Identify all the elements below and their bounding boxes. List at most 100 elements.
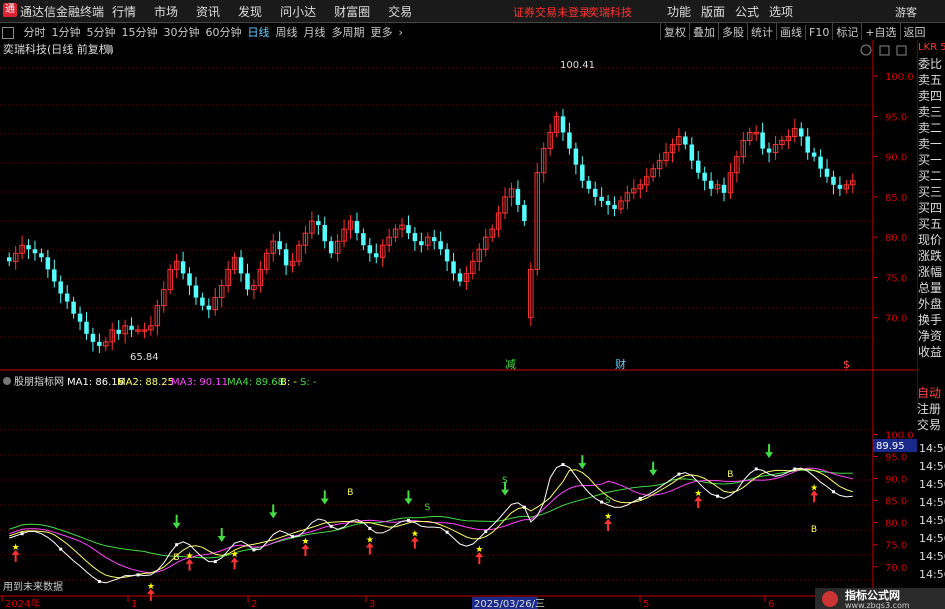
settings-circle-icon[interactable] (105, 45, 113, 53)
price-tick-label: 100.0 (885, 72, 914, 83)
chart-toolbar: 分时 1分钟 5分钟 15分钟 30分钟 60分钟 日线 周线 月线 多周期 更多 › 复权 叠加 多股统… (0, 23, 945, 41)
ma1-dot (716, 494, 720, 498)
period-tab[interactable]: 月线 (304, 24, 326, 40)
candle-body-down (45, 257, 51, 270)
ma1-dot (136, 573, 140, 577)
tool-back[interactable]: 返回 (899, 23, 929, 41)
s-letter: S (425, 503, 431, 513)
event-marker-dividend[interactable]: $ (843, 358, 850, 371)
tick-time: 14:56 (919, 514, 945, 527)
title-right-menu: 功能 版面 公式 选项 (667, 3, 803, 20)
period-tab[interactable]: 1分钟 (52, 24, 81, 40)
candle-body-down (683, 136, 688, 145)
period-tab-active[interactable]: 日线 (248, 24, 270, 40)
menu-item-function[interactable]: 功能 (667, 5, 691, 19)
candle-body-down (695, 160, 701, 173)
quote-field-label: 买五 (918, 217, 943, 231)
candle-body-down (708, 180, 714, 189)
event-marker-reduce[interactable]: 减 (505, 358, 516, 371)
ma1-dot (406, 518, 410, 522)
ma1-dot (600, 500, 604, 504)
period-tab[interactable]: 5分钟 (87, 24, 116, 40)
menu-item-discover[interactable]: 发现 (238, 5, 262, 19)
menu-item-quotes[interactable]: 行情 (112, 5, 136, 19)
candle-body-down (277, 241, 282, 250)
menu-item-formula[interactable]: 公式 (735, 5, 759, 19)
quote-field-label: 卖四 (918, 89, 943, 103)
period-tab[interactable]: 多周期 (332, 24, 365, 40)
right-toolbar: 复权 叠加 多股 统计 画线 F10 标记 +自选 返回 (660, 23, 929, 41)
login-alert[interactable]: 证券交易未登录 (513, 4, 590, 20)
period-tabs: 分时 1分钟 5分钟 15分钟 30分钟 60分钟 日线 周线 月线 多周期 更多 › (0, 24, 409, 40)
menu-item-options[interactable]: 选项 (769, 5, 793, 19)
quote-field-label: 涨跌 (918, 249, 943, 263)
tool-draw[interactable]: 画线 (776, 23, 805, 41)
quote-field-label: 收益 (918, 345, 943, 359)
period-tab[interactable]: 分时 (24, 24, 46, 40)
candle-body-down (283, 249, 289, 266)
quote-field-label: 买四 (918, 201, 943, 215)
ma4-value: MA4: 89.68 (227, 377, 284, 388)
candle-body-down (26, 245, 31, 250)
candle-body-down (560, 116, 566, 133)
candle-body-down (6, 257, 12, 262)
menu-item-market[interactable]: 市场 (154, 5, 178, 19)
indicator-tick-label: 85.0 (885, 497, 907, 508)
tool-overlay[interactable]: 叠加 (689, 23, 718, 41)
tool-stats[interactable]: 统计 (747, 23, 776, 41)
chevron-right-icon[interactable]: › (399, 26, 403, 39)
period-tab[interactable]: 30分钟 (164, 24, 200, 40)
period-tab-more[interactable]: 更多 (371, 24, 393, 40)
ma1-dot (754, 467, 758, 471)
menu-item-trade[interactable]: 交易 (388, 5, 412, 19)
candle-body-down (457, 273, 463, 282)
b-letter: B (811, 525, 817, 535)
candle-body-down (580, 164, 585, 181)
period-tab[interactable]: 15分钟 (122, 24, 158, 40)
date-cursor: 2025/03/26/三 (474, 599, 545, 609)
chart-area[interactable]: 奕瑞科技(日线 前复权) 100.41 65.84 减 财 $ 100.0 95.… (0, 40, 917, 609)
candle-body-down (367, 245, 373, 254)
menu-item-layout[interactable]: 版面 (701, 5, 725, 19)
auto-label[interactable]: 自动 (917, 385, 945, 401)
candle-body-down (592, 188, 598, 197)
candle-body-down (406, 225, 411, 234)
price-tick-label: 90.0 (885, 153, 907, 164)
ma1-dot (445, 530, 449, 534)
candle-body-down (193, 285, 199, 298)
quote-field-label: 换手 (918, 313, 943, 327)
low-annotation: 65.84 (130, 352, 159, 363)
period-tab[interactable]: 周线 (276, 24, 298, 40)
menu-item-wealth[interactable]: 财富圈 (334, 5, 370, 19)
candle-body-down (444, 249, 450, 262)
tool-mark[interactable]: 标记 (832, 23, 861, 41)
settings-circle-icon[interactable] (3, 377, 11, 385)
watermark-text: 指标公式网 (845, 588, 900, 602)
toggle-square-icon[interactable] (2, 27, 14, 39)
tool-restore[interactable]: 复权 (660, 23, 689, 41)
candle-body-down (180, 261, 186, 274)
tool-add-watch[interactable]: +自选 (861, 23, 899, 41)
ma1-dot (561, 463, 565, 467)
ma1-dot (831, 490, 835, 494)
period-tab[interactable]: 60分钟 (206, 24, 242, 40)
stock-name-title: 奕瑞科技 (588, 6, 632, 19)
tick-time: 14:56 (919, 496, 945, 509)
tick-time: 14:56 (919, 532, 945, 545)
candle-body-down (515, 188, 521, 205)
menu-item-news[interactable]: 资讯 (196, 5, 220, 19)
main-menu: 行情 市场 资讯 发现 问小达 财富圈 交易 (112, 3, 430, 20)
price-tick-label: 80.0 (885, 233, 907, 244)
s-value: S: - (300, 377, 317, 388)
ma1-dot (59, 547, 63, 551)
watermark: 指标公式网 www.zbgs3.com (815, 588, 945, 609)
ma2-value: MA2: 88.25 (117, 377, 174, 388)
menu-item-ask[interactable]: 问小达 (280, 5, 316, 19)
tool-multi[interactable]: 多股 (718, 23, 747, 41)
tool-f10[interactable]: F10 (805, 25, 832, 40)
guest-user[interactable]: 游客 (895, 4, 917, 20)
trade-label[interactable]: 交易 (917, 417, 945, 433)
current-value: 89.95 (876, 441, 905, 452)
register-label[interactable]: 注册 (917, 401, 945, 417)
event-marker-finance[interactable]: 财 (615, 357, 626, 371)
